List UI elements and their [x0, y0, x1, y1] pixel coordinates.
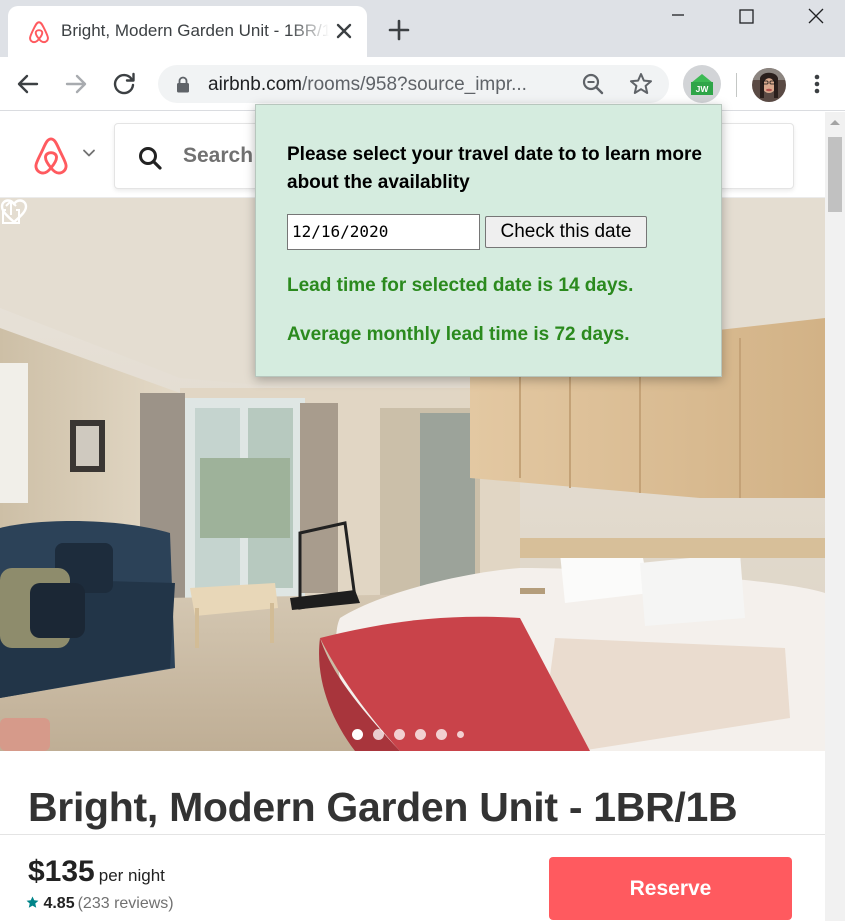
reload-icon[interactable] — [110, 70, 138, 98]
carousel-dot[interactable] — [457, 730, 464, 738]
star-icon[interactable] — [628, 71, 654, 97]
tab-title: Bright, Modern Garden Unit - 1BR/1B — [61, 21, 329, 40]
airbnb-logo-icon — [29, 21, 49, 44]
review-count[interactable]: (233 reviews) — [78, 895, 174, 912]
browser-toolbar: airbnb.com/rooms/958?source_impr... JW — [0, 57, 845, 111]
profile-avatar[interactable] — [752, 68, 786, 102]
heart-icon[interactable] — [0, 198, 28, 224]
chevron-down-icon[interactable] — [82, 146, 96, 160]
search-label: Search — [183, 144, 254, 167]
scroll-up-icon[interactable] — [829, 118, 841, 126]
tab-strip: Bright, Modern Garden Unit - 1BR/1B — [0, 0, 845, 57]
reserve-button[interactable]: Reserve — [549, 857, 792, 920]
extension-popup: Please select your travel date to to lea… — [255, 104, 722, 377]
carousel-dot[interactable] — [394, 728, 405, 740]
rating-score: 4.85 — [43, 895, 75, 912]
booking-bar: $135 per night 4.85 (233 reviews) Reserve — [0, 834, 825, 921]
carousel-dot[interactable] — [415, 728, 426, 740]
url-domain: airbnb.com — [208, 74, 302, 95]
carousel-dot[interactable] — [373, 728, 384, 740]
toolbar-divider — [736, 73, 737, 97]
extension-house-icon: JW — [691, 74, 713, 95]
zoom-out-icon[interactable] — [581, 72, 605, 96]
price-unit: per night — [98, 866, 165, 885]
airbnb-logo-icon[interactable] — [30, 134, 72, 178]
minimize-icon[interactable] — [658, 4, 698, 30]
url-text[interactable]: airbnb.com/rooms/958?source_impr... — [208, 74, 576, 96]
rating[interactable]: 4.85 (233 reviews) — [26, 895, 174, 913]
arrow-left-icon[interactable] — [14, 70, 42, 98]
scrollbar-thumb[interactable] — [828, 137, 842, 212]
carousel-dot[interactable] — [436, 728, 447, 740]
lock-icon[interactable] — [176, 76, 190, 93]
plus-icon[interactable] — [386, 17, 412, 43]
lead-time-result: Lead time for selected date is 14 days. — [287, 275, 634, 296]
extension-button[interactable]: JW — [683, 65, 721, 103]
search-icon — [139, 147, 162, 170]
price: $135 per night — [28, 855, 165, 889]
address-bar[interactable]: airbnb.com/rooms/958?source_impr... — [158, 65, 669, 103]
window-close-icon[interactable] — [796, 4, 836, 30]
browser-tab[interactable]: Bright, Modern Garden Unit - 1BR/1B — [8, 6, 367, 57]
avatar-image — [752, 68, 786, 102]
star-icon — [26, 896, 39, 908]
arrow-right-icon[interactable] — [62, 70, 90, 98]
popup-heading: Please select your travel date to to lea… — [287, 144, 703, 193]
carousel-dot[interactable] — [352, 728, 363, 740]
price-amount: $135 — [28, 855, 95, 888]
listing-title: Bright, Modern Garden Unit - 1BR/1B — [28, 784, 738, 830]
maximize-icon[interactable] — [726, 4, 766, 30]
check-date-button[interactable]: Check this date — [485, 216, 647, 248]
carousel-indicators — [352, 728, 464, 740]
close-icon[interactable] — [331, 18, 357, 44]
travel-date-input[interactable]: 12/16/2020 — [287, 214, 480, 250]
kebab-menu-icon[interactable] — [806, 71, 828, 97]
url-path: /rooms/958?source_impr... — [302, 74, 527, 95]
extension-badge: JW — [696, 84, 710, 94]
page-scrollbar[interactable] — [825, 112, 845, 921]
average-lead-time: Average monthly lead time is 72 days. — [287, 324, 630, 345]
